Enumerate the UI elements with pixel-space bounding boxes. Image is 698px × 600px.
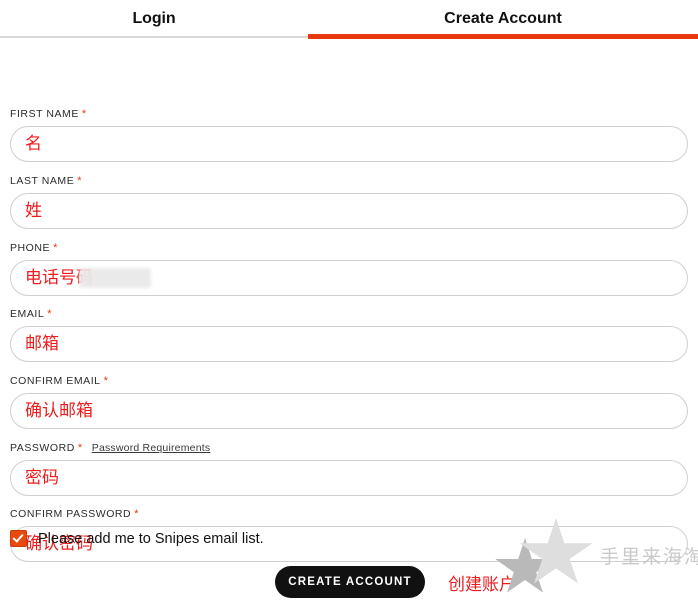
field-label: CONFIRM PASSWORD *: [10, 508, 139, 520]
tab-create-account-label: Create Account: [444, 10, 562, 27]
field-label-text: EMAIL: [10, 308, 45, 320]
field-label: PASSWORD *: [10, 442, 83, 454]
field-label-row: CONFIRM EMAIL *: [10, 375, 688, 391]
field-last-name: LAST NAME * 姓: [0, 175, 698, 229]
email-input[interactable]: 邮箱: [10, 326, 688, 362]
email-value: 邮箱: [25, 333, 59, 354]
password-value: 密码: [25, 467, 59, 488]
tab-login[interactable]: Login: [0, 0, 308, 38]
field-label: LAST NAME *: [10, 175, 82, 187]
required-asterisk: *: [77, 442, 83, 454]
create-account-annotation: 创建账户: [448, 575, 516, 595]
field-label-row: LAST NAME *: [10, 175, 688, 191]
phone-input[interactable]: 电话号码: [10, 260, 688, 296]
password-requirements-link[interactable]: Password Requirements: [92, 442, 211, 454]
field-label-row: EMAIL *: [10, 308, 688, 324]
field-label-row: CONFIRM PASSWORD *: [10, 508, 688, 524]
newsletter-checkbox[interactable]: [10, 530, 27, 547]
required-asterisk: *: [53, 242, 58, 254]
field-label: FIRST NAME *: [10, 108, 87, 120]
create-account-button[interactable]: CREATE ACCOUNT: [275, 566, 425, 598]
field-label-text: PASSWORD: [10, 442, 75, 454]
tab-active-indicator: [308, 34, 698, 39]
required-asterisk: *: [81, 108, 87, 120]
first-name-value: 名: [25, 133, 42, 154]
confirm-email-input[interactable]: 确认邮箱: [10, 393, 688, 429]
field-label-text: FIRST NAME: [10, 108, 79, 120]
field-first-name: FIRST NAME * 名: [0, 108, 698, 162]
field-label-text: LAST NAME: [10, 175, 75, 187]
field-confirm-email: CONFIRM EMAIL * 确认邮箱: [0, 375, 698, 429]
field-phone: PHONE * 电话号码: [0, 242, 698, 296]
required-asterisk: *: [134, 508, 140, 520]
field-label-text: CONFIRM PASSWORD: [10, 508, 132, 520]
newsletter-label: Please add me to Snipes email list.: [38, 530, 264, 547]
field-email: EMAIL * 邮箱: [0, 308, 698, 362]
field-label-row: PHONE *: [10, 242, 688, 258]
account-tabs: Login Create Account: [0, 0, 698, 42]
field-label-text: PHONE: [10, 242, 51, 254]
first-name-input[interactable]: 名: [10, 126, 688, 162]
newsletter-optin-row[interactable]: Please add me to Snipes email list.: [10, 530, 264, 547]
tab-create-account[interactable]: Create Account: [308, 0, 698, 38]
field-label-row: FIRST NAME *: [10, 108, 688, 124]
required-asterisk: *: [103, 375, 109, 387]
field-password: PASSWORD * Password Requirements 密码: [0, 442, 698, 496]
password-input[interactable]: 密码: [10, 460, 688, 496]
confirm-email-value: 确认邮箱: [25, 400, 93, 421]
field-label-row: PASSWORD * Password Requirements: [10, 442, 688, 458]
field-label: CONFIRM EMAIL *: [10, 375, 108, 387]
required-asterisk: *: [77, 175, 83, 187]
tab-login-label: Login: [132, 10, 176, 27]
redacted-phone-number: [79, 268, 151, 288]
last-name-value: 姓: [25, 200, 42, 221]
field-label: PHONE *: [10, 242, 58, 254]
last-name-input[interactable]: 姓: [10, 193, 688, 229]
required-asterisk: *: [47, 308, 53, 320]
field-label: EMAIL *: [10, 308, 52, 320]
field-label-text: CONFIRM EMAIL: [10, 375, 101, 387]
